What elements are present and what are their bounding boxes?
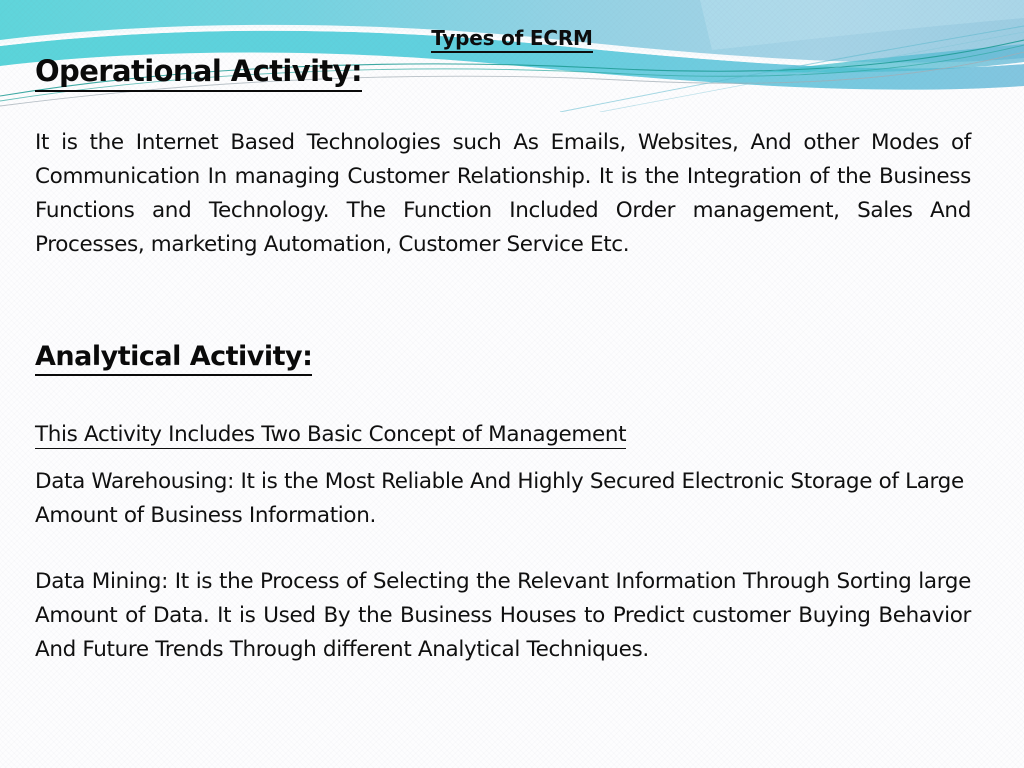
subheading-analytical-activity: This Activity Includes Two Basic Concept… xyxy=(35,418,627,452)
heading-operational-activity: Operational Activity: xyxy=(35,54,363,92)
slide: Types of ECRM Operational Activity: It i… xyxy=(0,0,1024,768)
slide-content: Types of ECRM Operational Activity: It i… xyxy=(0,0,1024,768)
paragraph-data-mining: Data Mining: It is the Process of Select… xyxy=(35,569,971,662)
slide-title-text: Types of ECRM xyxy=(431,26,593,53)
heading-operational-activity-text: Operational Activity: xyxy=(35,54,363,92)
heading-analytical-activity: Analytical Activity: xyxy=(35,341,313,376)
paragraph-operational-activity: It is the Internet Based Technologies su… xyxy=(35,130,971,257)
subheading-analytical-activity-text: This Activity Includes Two Basic Concept… xyxy=(35,422,627,449)
paragraph-data-warehousing: Data Warehousing: It is the Most Reliabl… xyxy=(35,469,964,528)
heading-analytical-activity-text: Analytical Activity: xyxy=(35,341,313,376)
slide-title: Types of ECRM xyxy=(0,26,1024,53)
